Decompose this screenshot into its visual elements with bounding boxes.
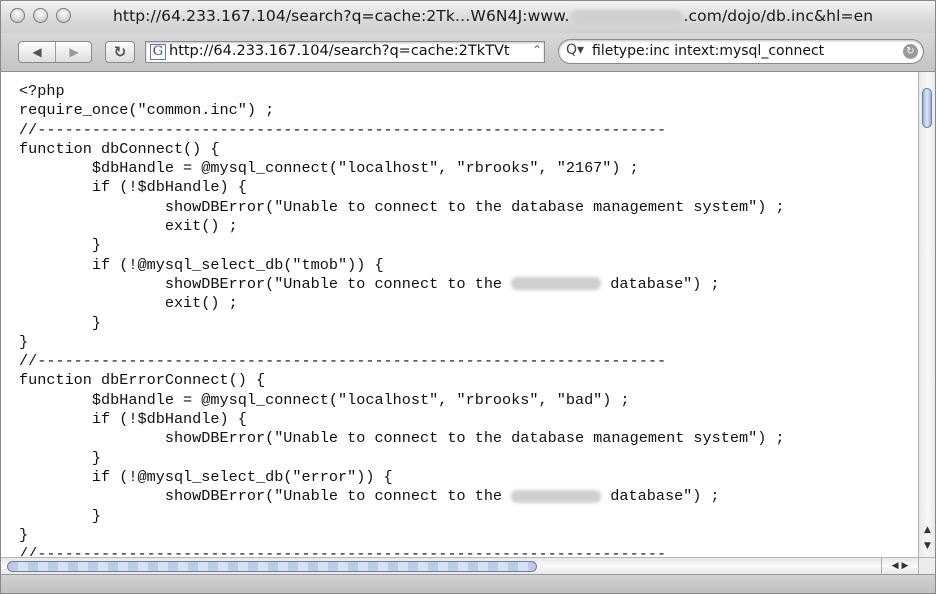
back-arrow-icon: ◀ [32,45,42,59]
code-line: $dbHandle = @mysql_connect("localhost", … [19,390,630,409]
code-line: } [19,448,102,467]
minimize-window-button[interactable] [33,8,48,23]
horizontal-scroll-arrows[interactable]: ◀ ▶ [881,558,918,574]
vertical-scrollbar[interactable]: ▲ ▼ [918,72,935,557]
google-favicon-icon: G [150,44,166,60]
code-line: //--------------------------------------… [19,352,667,371]
title-bar: http://64.233.167.104/search?q=cache:2Tk… [1,1,935,34]
code-line: <?php [19,82,65,100]
scroll-up-arrow-icon[interactable]: ▲ [919,524,935,536]
code-line: if (!@mysql_select_db("tmob")) { [19,255,384,274]
forward-button[interactable]: ▶ [56,42,92,62]
search-snapback-icon[interactable]: ↻ [903,44,918,59]
code-line: } [19,236,102,255]
scroll-left-arrow-icon[interactable]: ◀ [892,561,899,571]
code-line: if (!$dbHandle) { [19,178,247,197]
search-query[interactable]: filetype:inc intext:mysql_connect [592,43,824,59]
reload-icon: ↻ [113,43,127,61]
code-line: //--------------------------------------… [19,120,667,139]
search-field[interactable]: Q▾ filetype:inc intext:mysql_connect ↻ [558,39,924,64]
code-line: if (!@mysql_select_db("error")) { [19,467,393,486]
reload-button[interactable]: ↻ [105,41,135,63]
code-line: exit() ; [19,217,238,236]
code-line: //--------------------------------------… [19,545,667,556]
page-content: <?php require_once("common.inc") ; //---… [1,72,918,556]
code-line: } [19,332,29,351]
status-bar [1,574,935,593]
scroll-right-arrow-icon[interactable]: ▶ [901,561,908,571]
horizontal-scroll-thumb[interactable] [7,561,537,572]
nav-button-group: ◀ ▶ [18,41,92,63]
code-line: } [19,525,29,544]
address-bar[interactable]: G http://64.233.167.104/search?q=cache:2… [145,41,545,63]
back-button[interactable]: ◀ [19,42,55,62]
code-line: } [19,506,102,525]
code-line: showDBError("Unable to connect to the da… [19,429,785,448]
code-line: function dbErrorConnect() { [19,371,266,390]
url-overflow-icon: ⌃ [531,43,542,57]
code-line: database") ; [601,274,720,293]
close-window-button[interactable] [10,8,25,23]
address-bar-url[interactable]: http://64.233.167.104/search?q=cache:2Tk… [169,43,510,59]
title-suffix: .com/dojo/db.inc&hl=en [683,7,874,25]
scroll-down-arrow-icon[interactable]: ▼ [919,540,935,552]
title-prefix: http://64.233.167.104/search?q=cache:2Tk… [113,7,570,25]
code-line: database") ; [601,487,720,506]
code-line: function dbConnect() { [19,139,220,158]
scrollbar-corner [918,557,935,574]
window-title: http://64.233.167.104/search?q=cache:2Tk… [113,7,873,25]
browser-window: http://64.233.167.104/search?q=cache:2Tk… [0,0,936,594]
code-line: $dbHandle = @mysql_connect("localhost", … [19,159,639,178]
toolbar: ◀ ▶ ↻ G http://64.233.167.104/search?q=c… [1,33,935,72]
source-code: <?php require_once("common.inc") ; //---… [1,72,918,556]
redacted-db-name [511,489,602,503]
code-line: exit() ; [19,294,238,313]
forward-arrow-icon: ▶ [69,45,79,59]
code-line: if (!$dbHandle) { [19,410,247,429]
code-line: require_once("common.inc") ; [19,101,275,120]
zoom-window-button[interactable] [56,8,71,23]
search-icon[interactable]: Q▾ [566,42,584,58]
vertical-scroll-thumb[interactable] [922,88,932,128]
horizontal-scrollbar[interactable]: ◀ ▶ [1,557,918,574]
code-line: showDBError("Unable to connect to the da… [19,197,785,216]
redacted-db-name [511,277,602,291]
redacted-domain [570,9,683,24]
code-line: showDBError("Unable to connect to the [19,487,512,506]
code-line: showDBError("Unable to connect to the [19,274,512,293]
code-line: } [19,313,102,332]
